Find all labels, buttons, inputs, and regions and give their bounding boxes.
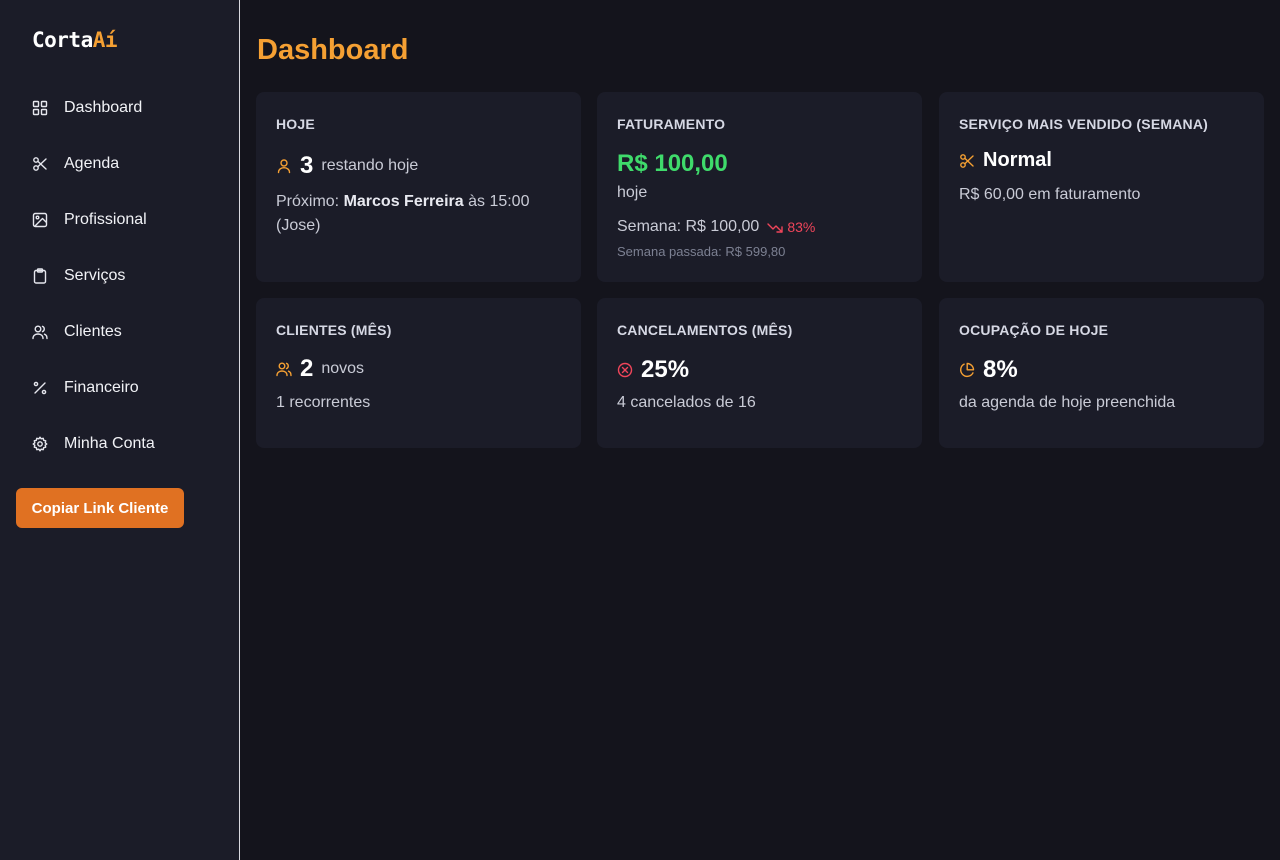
logo-accent: Aí xyxy=(92,28,118,52)
sidebar-item-minha-conta[interactable]: Minha Conta xyxy=(0,416,239,472)
sidebar-item-financeiro[interactable]: Financeiro xyxy=(0,360,239,416)
today-count-label: restando hoje xyxy=(321,157,419,174)
sidebar-item-label: Profissional xyxy=(64,211,147,228)
top-service-revenue: R$ 60,00 em faturamento xyxy=(959,186,1141,203)
scissors-icon xyxy=(32,156,48,172)
sidebar-nav: Dashboard Agenda Profissional Serviços C… xyxy=(0,80,239,472)
today-count-row: 3 restando hoje xyxy=(276,152,418,180)
top-service-name: Normal xyxy=(983,149,1052,171)
revenue-amount: R$ 100,00 xyxy=(617,150,728,177)
card-title: CLIENTES (MÊS) xyxy=(276,322,392,338)
users-icon xyxy=(32,324,48,340)
clipboard-icon xyxy=(32,268,48,284)
main-content: Dashboard HOJE 3 restando hoje Próximo: … xyxy=(240,0,1280,860)
sidebar-item-agenda[interactable]: Agenda xyxy=(0,136,239,192)
occupancy-row: 8% xyxy=(959,356,1018,384)
cancellations-detail: 4 cancelados de 16 xyxy=(617,394,756,411)
revenue-week-row: Semana: R$ 100,00 83% xyxy=(617,218,815,236)
card-title: FATURAMENTO xyxy=(617,116,726,132)
sidebar-item-label: Financeiro xyxy=(64,379,139,396)
user-icon xyxy=(276,158,292,174)
sidebar-item-dashboard[interactable]: Dashboard xyxy=(0,80,239,136)
sidebar-item-label: Agenda xyxy=(64,155,120,172)
sidebar-item-profissional[interactable]: Profissional xyxy=(0,192,239,248)
top-service-row: Normal xyxy=(959,149,1052,172)
today-card: HOJE 3 restando hoje Próximo: Marcos Fer… xyxy=(256,92,581,282)
grid-icon xyxy=(32,100,48,116)
revenue-amount-row: R$ 100,00 xyxy=(617,150,728,178)
revenue-last-week: Semana passada: R$ 599,80 xyxy=(617,244,786,259)
sidebar-item-label: Clientes xyxy=(64,323,122,340)
clients-card: CLIENTES (MÊS) 2 novos 1 recorrentes xyxy=(256,298,581,448)
next-appointment: Próximo: Marcos Ferreira às 15:00 (Jose) xyxy=(276,190,566,238)
next-prefix: Próximo: xyxy=(276,193,340,210)
clients-recurring: 1 recorrentes xyxy=(276,394,371,411)
revenue-amount-label: hoje xyxy=(617,184,648,201)
card-title: SERVIÇO MAIS VENDIDO (SEMANA) xyxy=(959,116,1209,132)
occupancy-percent: 8% xyxy=(983,356,1018,383)
cancellations-card: CANCELAMENTOS (MÊS) 25% 4 cancelados de … xyxy=(597,298,922,448)
next-professional: (Jose) xyxy=(276,217,321,234)
copy-client-link-button[interactable]: Copiar Link Cliente xyxy=(16,488,184,528)
card-title: CANCELAMENTOS (MÊS) xyxy=(617,322,793,338)
sidebar-item-clientes[interactable]: Clientes xyxy=(0,304,239,360)
sidebar: CortaAí Dashboard Agenda Profissional Se… xyxy=(0,0,240,860)
logo[interactable]: CortaAí xyxy=(32,28,118,52)
logo-main: Corta xyxy=(32,28,93,52)
image-icon xyxy=(32,212,48,228)
revenue-trend: 83% xyxy=(787,219,816,235)
clients-new-label: novos xyxy=(321,360,365,377)
cancellations-percent: 25% xyxy=(641,356,690,383)
gear-icon xyxy=(32,436,48,452)
revenue-week: Semana: R$ 100,00 xyxy=(617,218,760,235)
next-time: às 15:00 xyxy=(468,193,530,210)
sidebar-item-servicos[interactable]: Serviços xyxy=(0,248,239,304)
pie-chart-icon xyxy=(959,362,975,378)
occupancy-detail: da agenda de hoje preenchida xyxy=(959,394,1176,411)
page-title: Dashboard xyxy=(257,34,409,66)
card-title: OCUPAÇÃO DE HOJE xyxy=(959,322,1109,338)
users-icon xyxy=(276,361,292,377)
scissors-icon xyxy=(959,153,975,169)
clients-new-row: 2 novos xyxy=(276,355,364,383)
cancellations-row: 25% xyxy=(617,356,689,384)
sidebar-item-label: Minha Conta xyxy=(64,435,155,452)
card-title: HOJE xyxy=(276,116,315,132)
revenue-card: FATURAMENTO R$ 100,00 hoje Semana: R$ 10… xyxy=(597,92,922,282)
sidebar-item-label: Serviços xyxy=(64,267,126,284)
percent-icon xyxy=(32,380,48,396)
today-count: 3 xyxy=(300,152,314,179)
sidebar-item-label: Dashboard xyxy=(64,99,143,116)
trending-down-icon xyxy=(767,219,784,235)
next-client-name: Marcos Ferreira xyxy=(343,193,464,210)
top-service-card: SERVIÇO MAIS VENDIDO (SEMANA) Normal R$ … xyxy=(939,92,1264,282)
occupancy-card: OCUPAÇÃO DE HOJE 8% da agenda de hoje pr… xyxy=(939,298,1264,448)
clients-new-count: 2 xyxy=(300,355,314,382)
x-circle-icon xyxy=(617,362,633,378)
